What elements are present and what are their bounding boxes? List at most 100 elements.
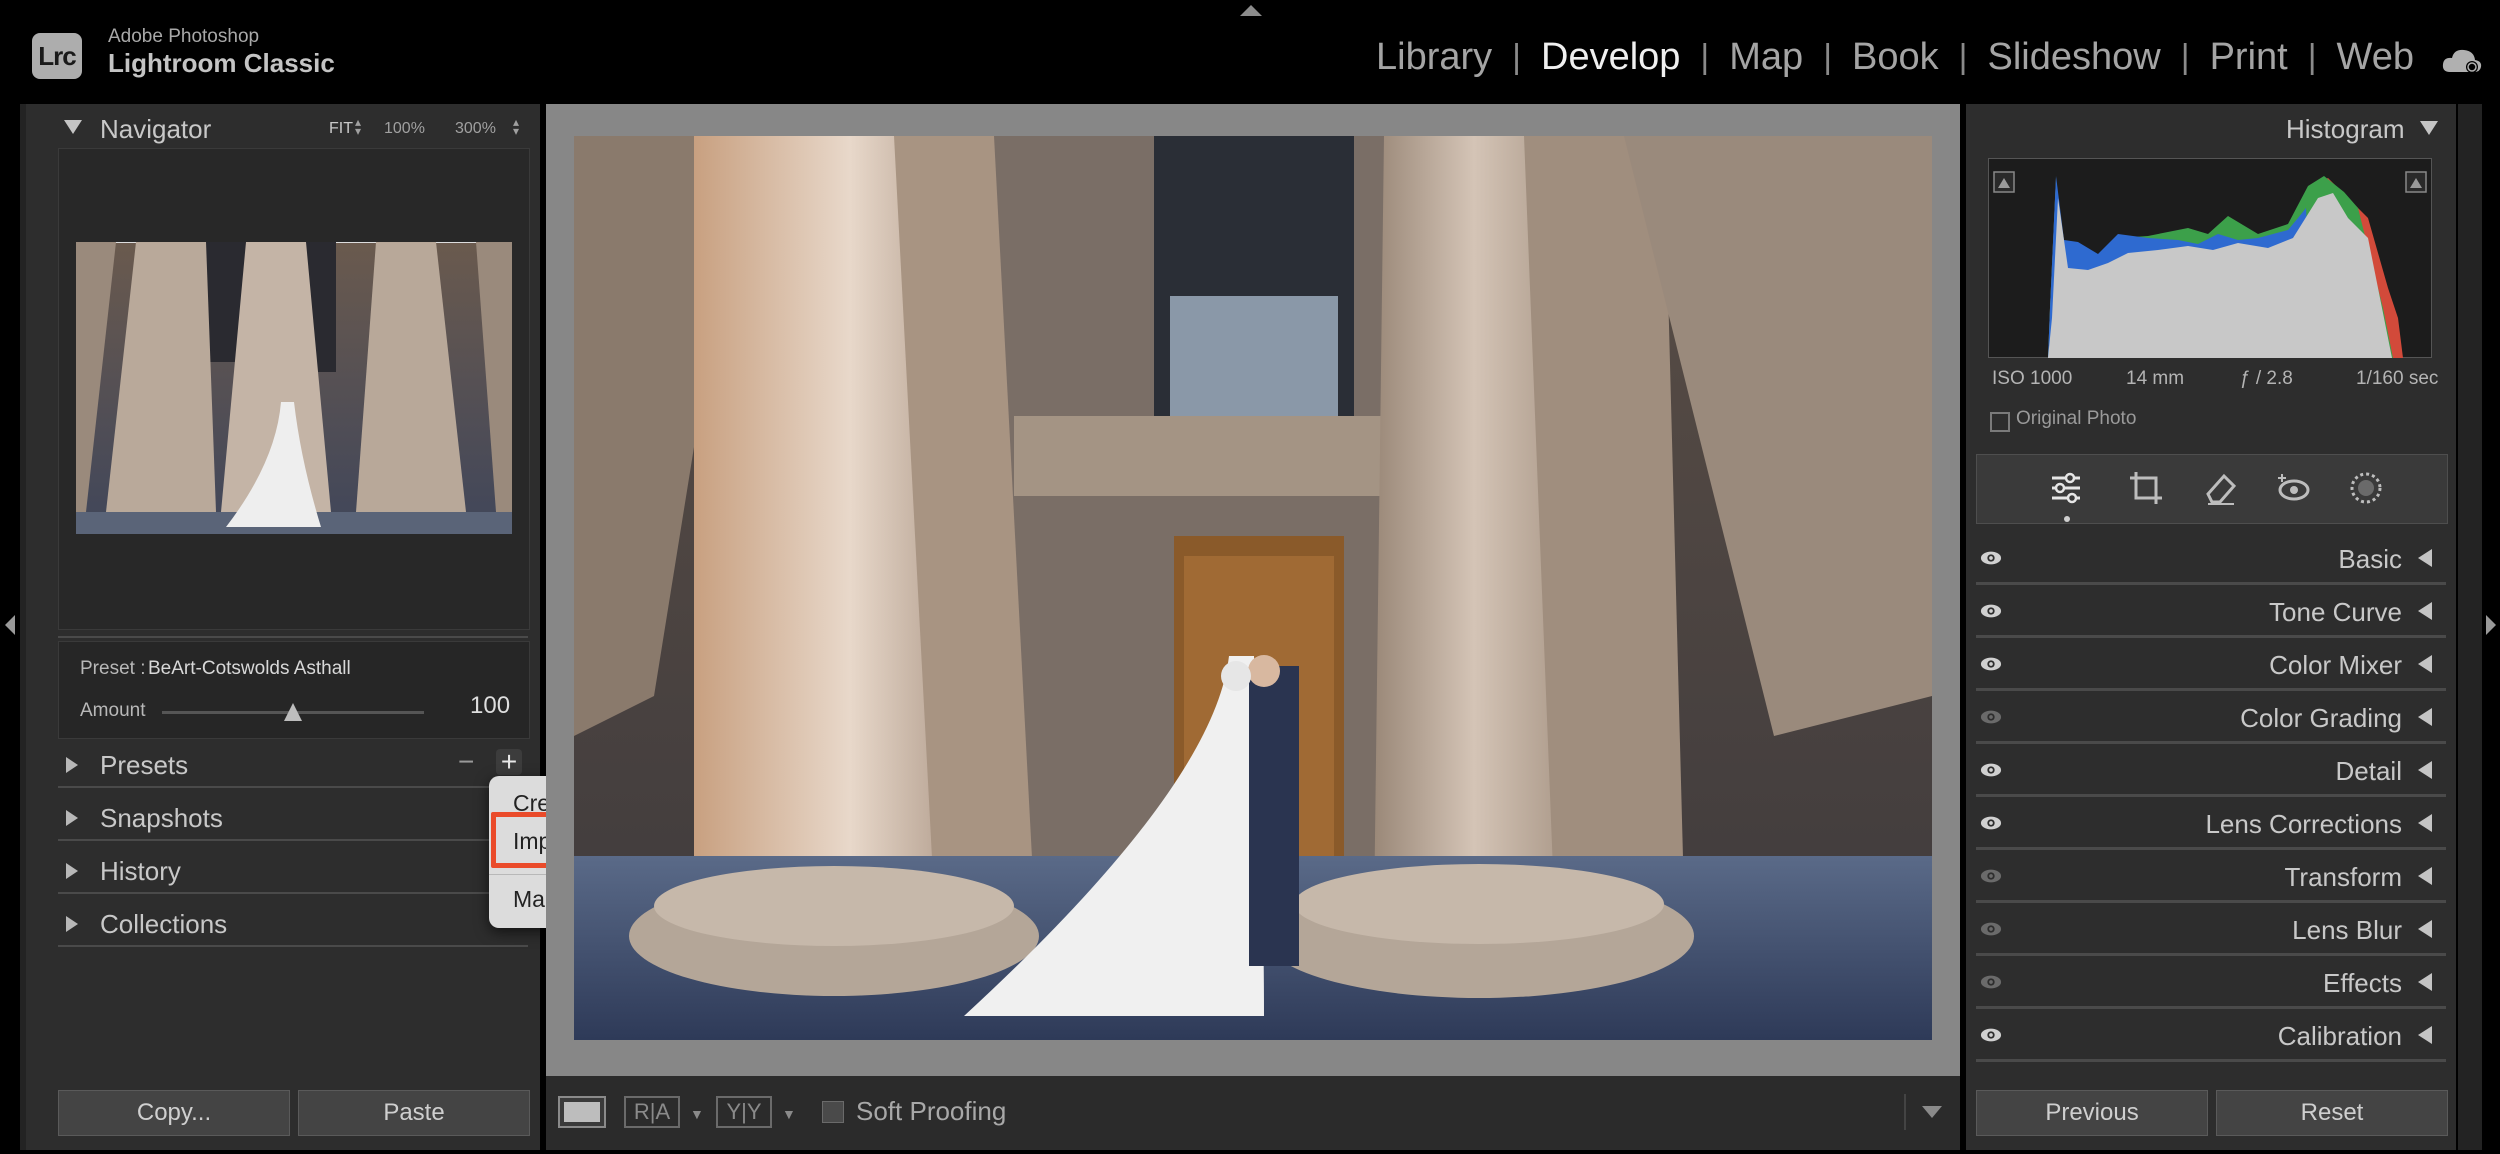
panel-visibility-eye-icon[interactable] [1980,709,2002,725]
soft-proofing-checkbox[interactable] [822,1101,844,1123]
toolbar-menu-dropdown-icon[interactable] [1922,1106,1942,1118]
presets-expand-icon[interactable] [66,757,78,773]
panel-expand-icon[interactable] [2418,602,2432,620]
masking-icon[interactable] [2348,470,2384,506]
red-eye-icon[interactable] [2276,470,2312,506]
exif-iso: ISO 1000 [1992,368,2073,389]
panel-visibility-eye-icon[interactable] [1980,603,2002,619]
panel-expand-icon[interactable] [2418,920,2432,938]
divider [58,839,528,841]
paste-settings-button[interactable]: Paste [298,1090,530,1136]
zoom-300[interactable]: 300% [455,120,496,138]
copy-settings-button[interactable]: Copy... [58,1090,290,1136]
crop-icon[interactable] [2128,470,2164,506]
panel-transform[interactable]: Transform [1976,852,2446,903]
top-panel-toggle-arrow[interactable] [1240,5,1262,16]
loupe-view-button[interactable] [558,1096,606,1128]
panel-expand-icon[interactable] [2418,708,2432,726]
panel-color-mixer[interactable]: Color Mixer [1976,640,2446,691]
add-preset-button[interactable]: + [496,748,522,776]
panel-label: Detail [2335,756,2402,786]
panel-lens-corrections[interactable]: Lens Corrections [1976,799,2446,850]
edit-sliders-icon[interactable] [2048,470,2084,506]
panel-tone-curve[interactable]: Tone Curve [1976,587,2446,638]
compare-dropdown-icon[interactable]: ▼ [782,1106,796,1122]
panel-visibility-eye-icon[interactable] [1980,974,2002,990]
panel-visibility-eye-icon[interactable] [1980,921,2002,937]
module-map[interactable]: Map [1709,36,1823,79]
snapshots-expand-icon[interactable] [66,810,78,826]
lrc-logo: Lrc [32,33,82,79]
reset-button[interactable]: Reset [2216,1090,2448,1136]
panel-lens-blur[interactable]: Lens Blur [1976,905,2446,956]
panel-visibility-eye-icon[interactable] [1980,656,2002,672]
module-slideshow[interactable]: Slideshow [1968,36,2181,79]
panel-divider [1976,582,2446,585]
collections-section[interactable]: Collections [100,909,227,940]
panel-divider [1976,900,2446,903]
panel-divider [1976,1006,2446,1009]
presets-section[interactable]: Presets [100,750,188,781]
panel-effects[interactable]: Effects [1976,958,2446,1009]
panel-expand-icon[interactable] [2418,867,2432,885]
exif-aperture: ƒ / 2.8 [2240,368,2293,389]
amount-slider-thumb[interactable] [284,703,302,721]
zoom-fit-stepper-icon[interactable]: ▴ ▾ [355,116,361,137]
histogram-collapse-icon[interactable] [2420,121,2438,135]
panel-expand-icon[interactable] [2418,761,2432,779]
panel-detail[interactable]: Detail [1976,746,2446,797]
remove-preset-button[interactable]: − [458,746,474,778]
history-section[interactable]: History [100,856,181,887]
module-print[interactable]: Print [2190,36,2308,79]
panel-visibility-eye-icon[interactable] [1980,762,2002,778]
toolbar-divider [1904,1094,1906,1130]
before-after-button[interactable]: R|A [624,1096,680,1128]
panel-visibility-eye-icon[interactable] [1980,868,2002,884]
right-panel-toggle-arrow[interactable] [2486,615,2496,635]
snapshots-section[interactable]: Snapshots [100,803,223,834]
active-tool-indicator [2064,516,2070,522]
panel-calibration[interactable]: Calibration [1976,1011,2446,1062]
previous-button[interactable]: Previous [1976,1090,2208,1136]
original-photo-checkbox[interactable] [1990,412,2010,432]
cloud-sync-icon[interactable] [2442,46,2482,76]
module-develop[interactable]: Develop [1521,36,1700,79]
module-web[interactable]: Web [2317,36,2434,79]
divider [58,945,528,947]
compare-yy-button[interactable]: Y|Y [716,1096,772,1128]
panel-label: Lens Blur [2292,915,2402,945]
panel-visibility-eye-icon[interactable] [1980,1027,2002,1043]
zoom-stepper-icon[interactable]: ▴ ▾ [513,116,519,137]
panel-visibility-eye-icon[interactable] [1980,815,2002,831]
original-photo-label: Original Photo [2016,408,2137,429]
left-panel-toggle-arrow[interactable] [5,615,15,635]
amount-label: Amount [80,700,146,721]
panel-expand-icon[interactable] [2418,1026,2432,1044]
healing-eraser-icon[interactable] [2202,470,2238,506]
amount-value[interactable]: 100 [470,692,510,720]
panel-divider [1976,635,2446,638]
panel-color-grading[interactable]: Color Grading [1976,693,2446,744]
navigator-collapse-icon[interactable] [64,120,82,134]
panel-expand-icon[interactable] [2418,814,2432,832]
panel-expand-icon[interactable] [2418,973,2432,991]
panel-expand-icon[interactable] [2418,549,2432,567]
preset-name: BeArt-Cotswolds Asthall [148,658,351,679]
collections-expand-icon[interactable] [66,916,78,932]
panel-expand-icon[interactable] [2418,655,2432,673]
module-book[interactable]: Book [1832,36,1959,79]
zoom-100[interactable]: 100% [384,120,425,138]
navigator-title: Navigator [100,114,212,144]
panel-label: Color Grading [2240,703,2402,733]
zoom-fit[interactable]: FIT [329,120,353,138]
panel-label: Lens Corrections [2205,809,2402,839]
main-photo[interactable] [574,136,1932,1040]
navigator-thumbnail[interactable] [76,242,512,534]
histogram-graph[interactable] [1988,158,2432,358]
panel-visibility-eye-icon[interactable] [1980,550,2002,566]
panel-label: Tone Curve [2269,597,2402,627]
module-library[interactable]: Library [1356,36,1512,79]
history-expand-icon[interactable] [66,863,78,879]
panel-basic[interactable]: Basic [1976,534,2446,585]
before-after-dropdown-icon[interactable]: ▼ [690,1106,704,1122]
